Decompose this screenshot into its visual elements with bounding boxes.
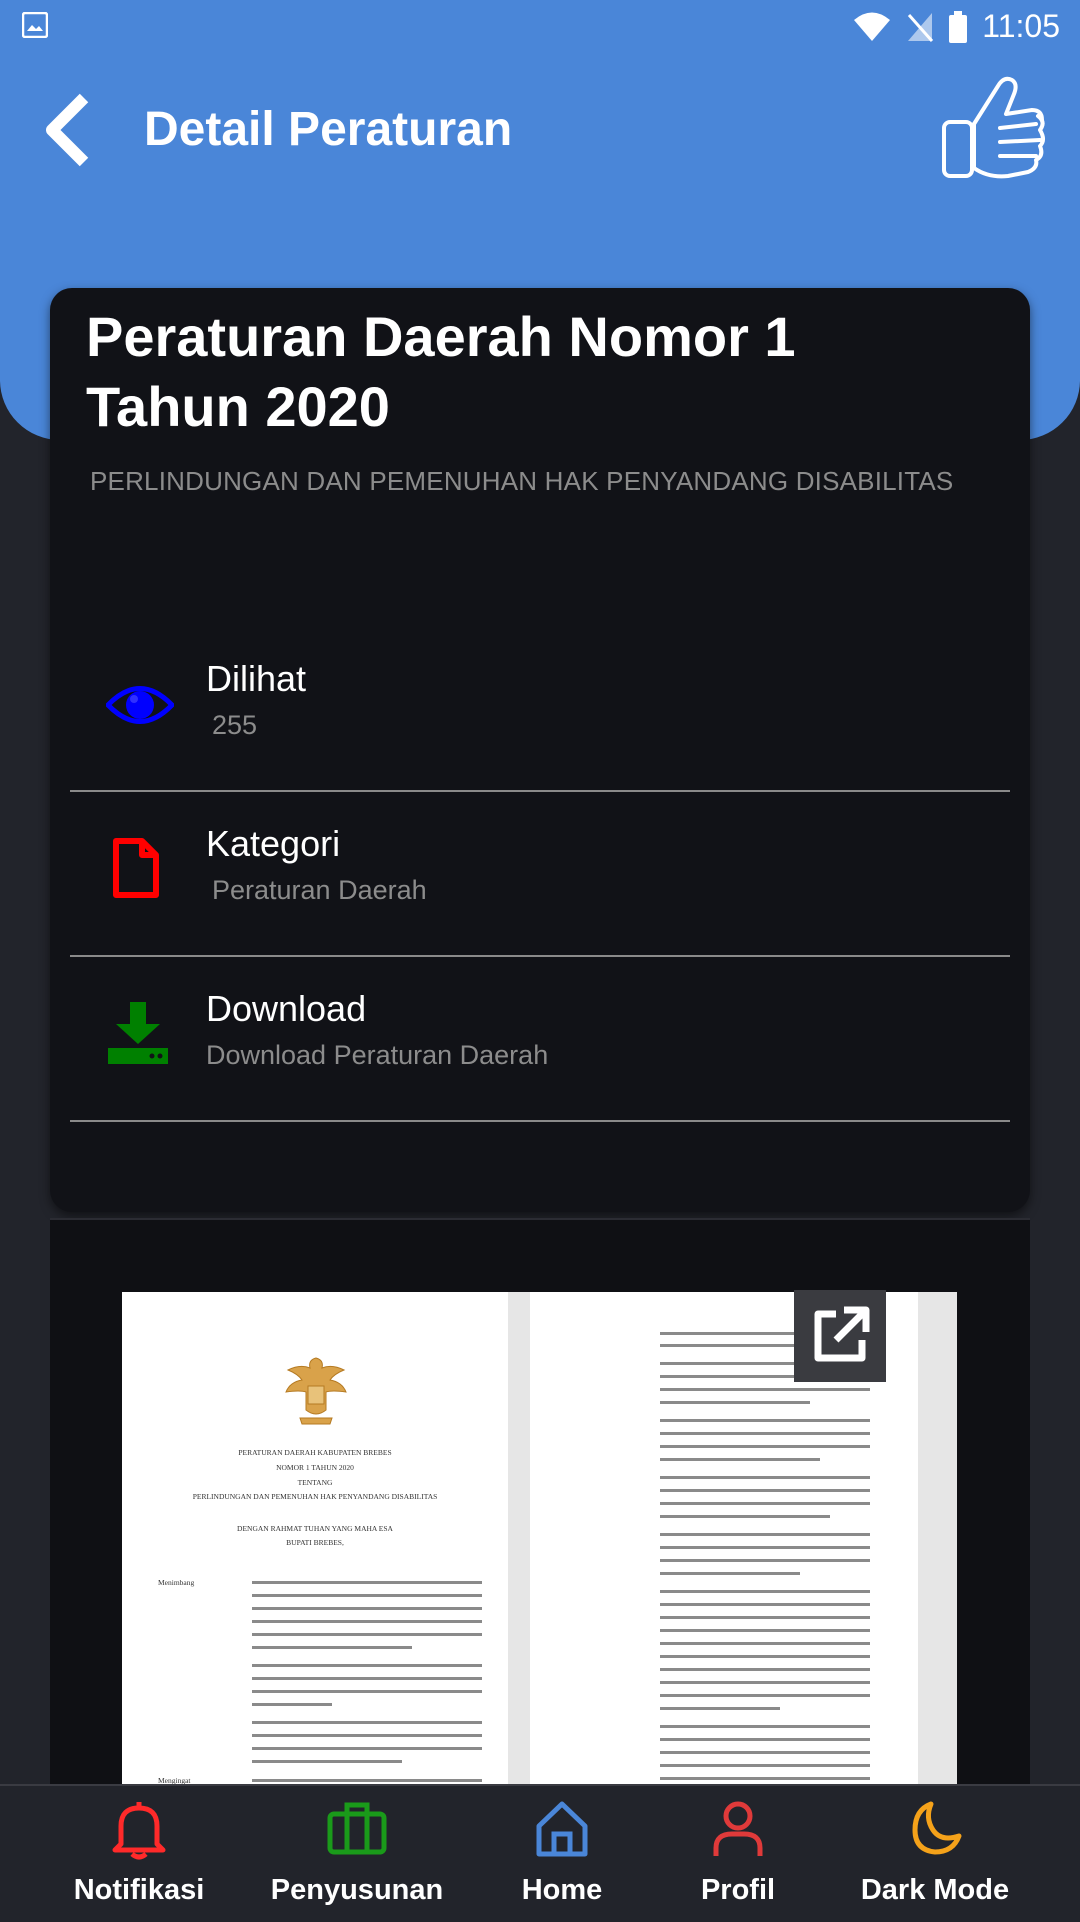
nav-penyusunan[interactable]: Penyusunan [262, 1786, 452, 1922]
file-icon [113, 838, 159, 898]
back-button[interactable] [40, 92, 100, 168]
eye-icon [106, 686, 174, 724]
download-row[interactable]: Download Download Peraturan Daerah [70, 956, 1010, 1122]
nav-dark-mode-label: Dark Mode [860, 1874, 1010, 1906]
open-external-button[interactable] [794, 1290, 886, 1382]
page-title: Detail Peraturan [144, 103, 513, 156]
person-icon [713, 1801, 763, 1856]
open-external-icon [814, 1306, 870, 1362]
views-row: Dilihat 255 [70, 626, 1010, 792]
status-bar: 11:05 [0, 0, 1080, 52]
preview-heading-5: DENGAN RAHMAT TUHAN YANG MAHA ESA [237, 1524, 393, 1533]
image-notification-icon [22, 12, 48, 38]
preview-heading-6: BUPATI BREBES, [286, 1538, 344, 1547]
nav-home[interactable]: Home [470, 1786, 654, 1922]
preview-heading-1: PERATURAN DAERAH KABUPATEN BREBES [238, 1448, 392, 1457]
moon-icon [912, 1801, 962, 1855]
home-icon [536, 1801, 588, 1857]
thumbs-up-icon[interactable] [938, 72, 1046, 184]
garuda-emblem-icon [285, 1357, 347, 1425]
download-label[interactable]: Download [206, 988, 366, 1030]
document-title: Peraturan Daerah Nomor 1 Tahun 2020 [86, 305, 796, 438]
views-count: 255 [212, 710, 258, 740]
no-signal-icon [908, 12, 934, 42]
preview-heading-2: NOMOR 1 TAHUN 2020 [276, 1463, 354, 1472]
bell-icon [112, 1802, 166, 1860]
preview-heading-3: TENTANG [297, 1478, 333, 1487]
nav-profil[interactable]: Profil [660, 1786, 816, 1922]
bottom-navigation: Notifikasi Penyusunan Home Profil Dark M… [0, 1784, 1080, 1922]
download-description: Download Peraturan Daerah [206, 1040, 549, 1070]
status-time: 11:05 [982, 8, 1060, 44]
battery-icon [949, 10, 968, 43]
nav-notifikasi-label: Notifikasi [73, 1874, 205, 1906]
nav-penyusunan-label: Penyusunan [270, 1874, 444, 1906]
preview-menimbang-label: Menimbang [158, 1578, 195, 1587]
nav-dark-mode[interactable]: Dark Mode [840, 1786, 1030, 1922]
nav-home-label: Home [521, 1874, 603, 1906]
category-label: Kategori [206, 823, 341, 864]
regulation-info-card: Peraturan Daerah Nomor 1 Tahun 2020 PERL… [50, 288, 1030, 1212]
category-value: Peraturan Daerah [212, 875, 427, 905]
download-icon[interactable] [106, 1000, 170, 1066]
preview-heading-4: PERLINDUNGAN DAN PEMENUHAN HAK PENYANDAN… [192, 1492, 438, 1501]
nav-profil-label: Profil [700, 1874, 776, 1906]
briefcase-icon [327, 1802, 387, 1855]
preview-page-1: PERATURAN DAERAH KABUPATEN BREBES NOMOR … [122, 1292, 508, 1792]
wifi-icon [854, 12, 891, 41]
views-label: Dilihat [206, 658, 307, 699]
document-subtitle: PERLINDUNGAN DAN PEMENUHAN HAK PENYANDAN… [90, 466, 954, 496]
nav-notifikasi[interactable]: Notifikasi [44, 1786, 234, 1922]
category-row: Kategori Peraturan Daerah [70, 791, 1010, 957]
